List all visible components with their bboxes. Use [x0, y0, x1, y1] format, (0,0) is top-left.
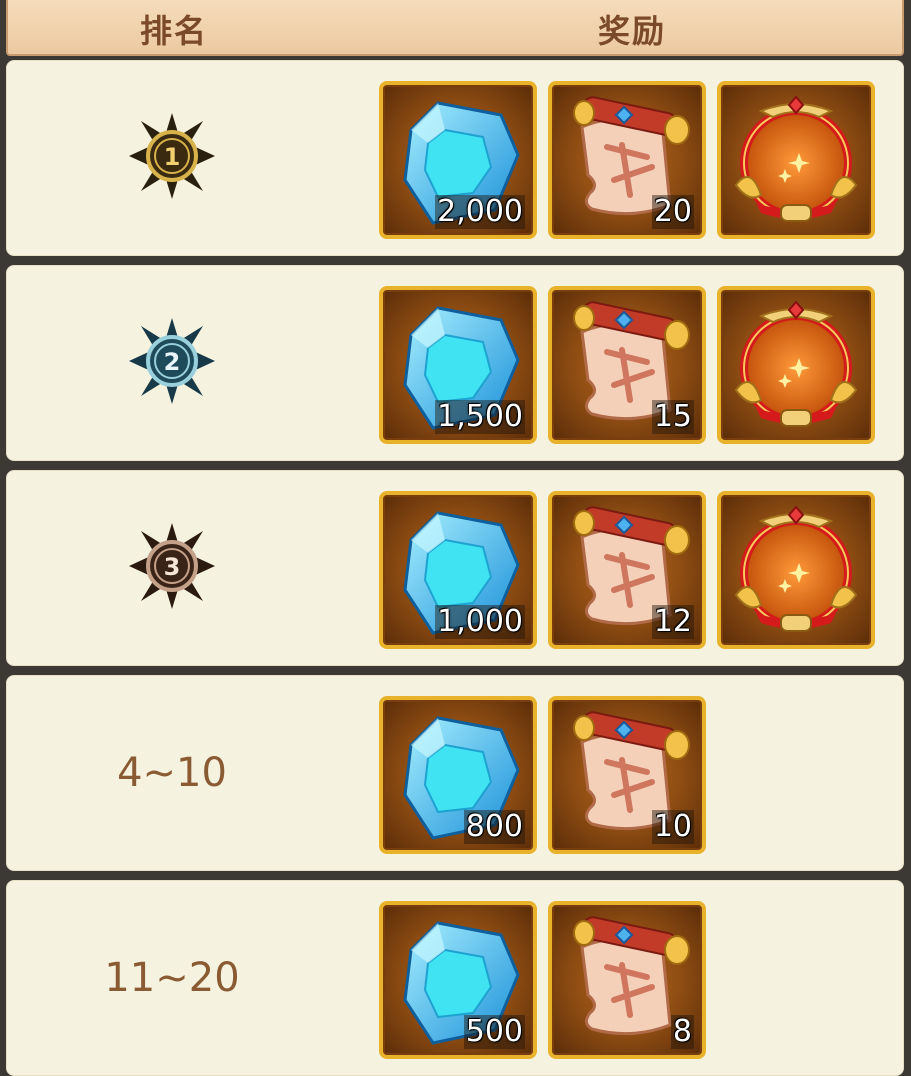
item-count: 15: [651, 399, 694, 434]
table-header: 排名 奖励: [6, 0, 904, 56]
rank-cell: 2: [7, 266, 337, 460]
rank-range-label: 4~10: [117, 750, 227, 796]
reward-item-diamond[interactable]: 1,000: [379, 491, 537, 649]
avatar-frame-icon: [734, 300, 858, 427]
item-count: 1,000: [435, 604, 525, 639]
item-count: 500: [463, 1014, 525, 1049]
reward-row: 4~10 800 10: [6, 675, 904, 871]
reward-row: 3 1,000 12: [6, 470, 904, 666]
reward-item-avatar-frame[interactable]: [717, 286, 875, 444]
item-count: 10: [651, 809, 694, 844]
reward-item-scroll[interactable]: 8: [548, 901, 706, 1059]
rank-column-header: 排名: [140, 12, 209, 50]
reward-item-avatar-frame[interactable]: [717, 491, 875, 649]
item-count: 20: [651, 194, 694, 229]
svg-text:2: 2: [164, 348, 181, 376]
reward-item-scroll[interactable]: 10: [548, 696, 706, 854]
avatar-frame-icon: [734, 505, 858, 632]
item-count: 2,000: [435, 194, 525, 229]
rank-cell: 11~20: [7, 881, 337, 1075]
rank-cell: 3: [7, 471, 337, 665]
reward-item-diamond[interactable]: 1,500: [379, 286, 537, 444]
avatar-frame-icon: [734, 95, 858, 222]
reward-item-diamond[interactable]: 500: [379, 901, 537, 1059]
item-count: 8: [670, 1014, 694, 1049]
reward-item-scroll[interactable]: 15: [548, 286, 706, 444]
reward-row: 11~20 500 8: [6, 880, 904, 1076]
reward-item-scroll[interactable]: 20: [548, 81, 706, 239]
rank-range-label: 11~20: [104, 955, 240, 1001]
reward-item-diamond[interactable]: 800: [379, 696, 537, 854]
rank-2-teal-medal-icon: 2: [127, 316, 217, 410]
reward-row: 1 2,000 20: [6, 60, 904, 256]
rank-1-gold-medal-icon: 1: [127, 111, 217, 205]
svg-text:3: 3: [164, 553, 181, 581]
svg-text:1: 1: [164, 143, 181, 171]
reward-row: 2 1,500 15: [6, 265, 904, 461]
reward-column-header: 奖励: [598, 12, 667, 50]
rank-3-bronze-medal-icon: 3: [127, 521, 217, 615]
item-count: 12: [651, 604, 694, 639]
reward-item-avatar-frame[interactable]: [717, 81, 875, 239]
rank-cell: 4~10: [7, 676, 337, 870]
rank-cell: 1: [7, 61, 337, 255]
reward-item-scroll[interactable]: 12: [548, 491, 706, 649]
item-count: 800: [463, 809, 525, 844]
reward-item-diamond[interactable]: 2,000: [379, 81, 537, 239]
item-count: 1,500: [435, 399, 525, 434]
